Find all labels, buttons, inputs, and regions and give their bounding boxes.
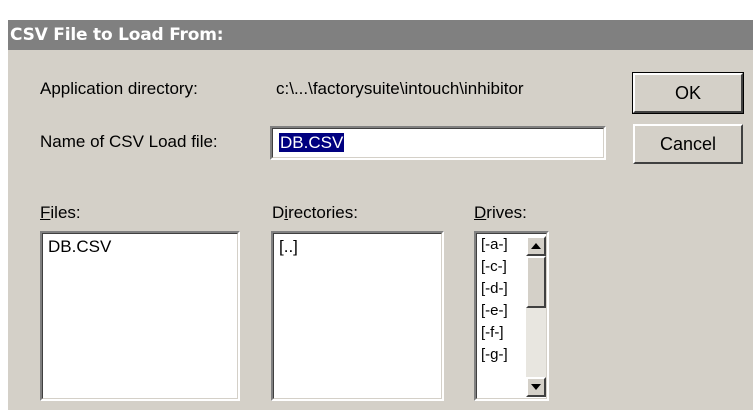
csv-name-label: Name of CSV Load file: bbox=[40, 132, 218, 151]
scroll-up-button[interactable] bbox=[526, 236, 546, 256]
list-item[interactable]: [-a-] bbox=[481, 236, 508, 253]
files-label: Files: bbox=[40, 203, 81, 222]
app-dir-label: Application directory: bbox=[40, 79, 198, 98]
title-bar[interactable]: CSV File to Load From: bbox=[8, 20, 753, 50]
csv-name-field[interactable]: DB.CSV bbox=[270, 126, 606, 160]
list-item[interactable]: [-f-] bbox=[481, 324, 504, 341]
list-item[interactable]: [..] bbox=[279, 237, 298, 257]
app-dir-value: c:\...\factorysuite\intouch\inhibitor bbox=[276, 79, 524, 98]
drives-scrollbar[interactable] bbox=[526, 236, 546, 397]
dialog-title: CSV File to Load From: bbox=[10, 25, 224, 45]
arrow-down-icon bbox=[531, 384, 541, 390]
files-listbox[interactable]: DB.CSV bbox=[40, 231, 240, 401]
arrow-up-icon bbox=[531, 243, 541, 249]
directories-label: Directories: bbox=[272, 203, 358, 222]
scroll-thumb[interactable] bbox=[526, 256, 546, 308]
directories-listbox[interactable]: [..] bbox=[271, 231, 444, 401]
list-item[interactable]: [-c-] bbox=[481, 258, 507, 275]
dialog: CSV File to Load From: Application direc… bbox=[6, 18, 753, 410]
list-item[interactable]: [-d-] bbox=[481, 280, 508, 297]
ok-button[interactable]: OK bbox=[632, 72, 744, 114]
cancel-button[interactable]: Cancel bbox=[633, 124, 743, 164]
csv-name-value: DB.CSV bbox=[279, 133, 345, 152]
list-item[interactable]: DB.CSV bbox=[48, 237, 111, 257]
list-item[interactable]: [-e-] bbox=[481, 302, 508, 319]
list-item[interactable]: [-g-] bbox=[481, 346, 508, 363]
scroll-down-button[interactable] bbox=[526, 377, 546, 397]
drives-label: Drives: bbox=[474, 203, 527, 222]
drives-listbox[interactable]: [-a-] [-c-] [-d-] [-e-] [-f-] [-g-] bbox=[474, 231, 549, 401]
